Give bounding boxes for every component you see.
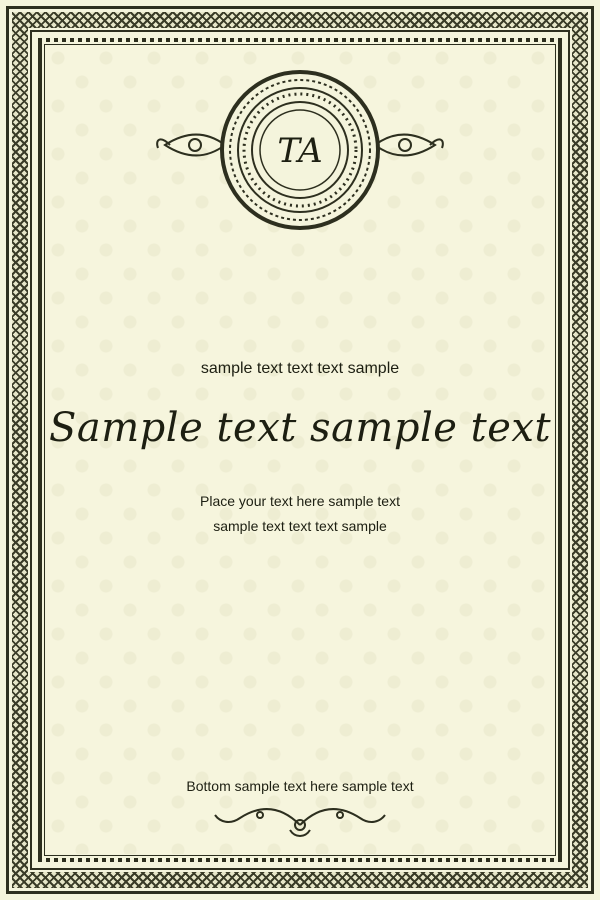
body-line-2: sample text text text sample: [213, 518, 387, 534]
body-line-1: Place your text here sample text: [200, 493, 400, 509]
monogram-text: TA: [277, 131, 322, 171]
monogram-emblem: TA: [156, 70, 444, 230]
heading-script: Sample text sample text: [48, 405, 552, 451]
heading-small: sample text text text sample: [200, 360, 400, 377]
bottom-flourish-icon: [214, 807, 386, 837]
footer-text: Bottom sample text here sample text: [186, 778, 414, 794]
certificate-page: TA sample text text text sample Sample t…: [0, 0, 600, 900]
